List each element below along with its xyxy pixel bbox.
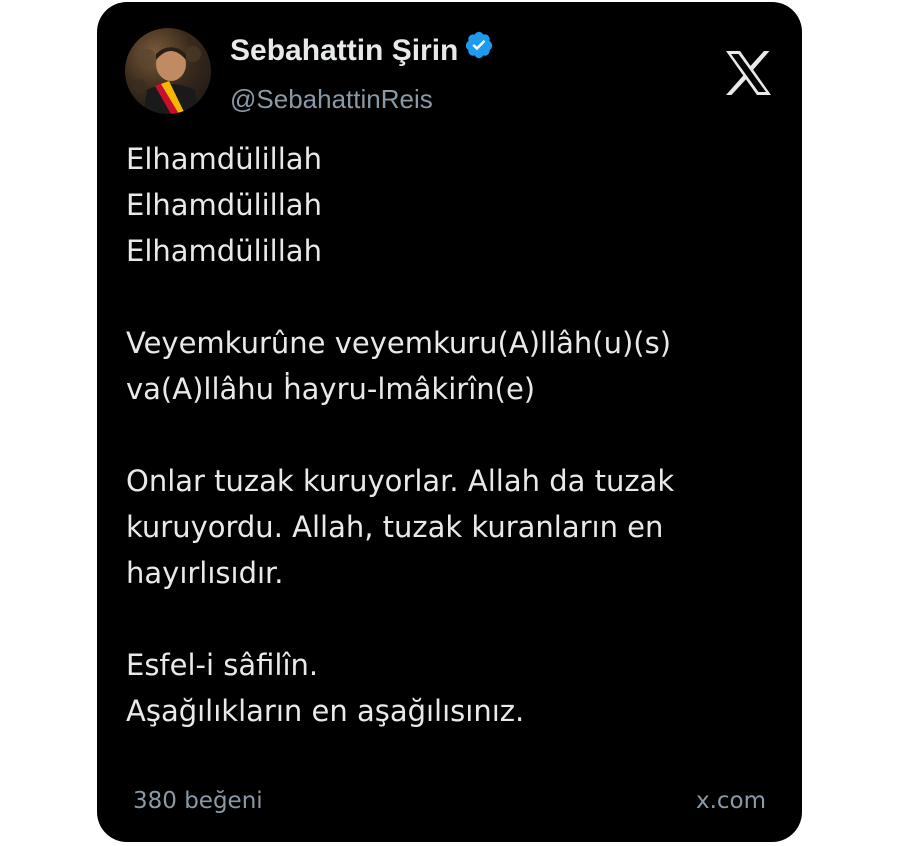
avatar[interactable] <box>125 28 211 114</box>
post-text-line: hayırlısıdır. <box>126 556 284 590</box>
post-text-line: Aşağılıkların en aşağılısınız. <box>126 694 525 728</box>
like-count[interactable]: 380 beğeni <box>133 786 263 816</box>
post-text-line: Elhamdülillah <box>126 234 322 268</box>
post-text-line: Esfel-i sâfilîn. <box>126 648 319 682</box>
post-text-line: kuruyordu. Allah, tuzak kuranların en <box>126 510 664 544</box>
verified-badge-icon <box>464 30 494 70</box>
post-text-line: Elhamdülillah <box>126 188 322 222</box>
post-text-line: va(A)llâhu ḣayru-lmâkirîn(e) <box>126 372 536 406</box>
post-text-line: Veyemkurûne veyemkuru(A)llâh(u)(s) <box>126 326 672 360</box>
x-logo-icon[interactable] <box>724 50 772 96</box>
post-text: Elhamdülillah Elhamdülillah Elhamdülilla… <box>126 136 766 734</box>
source-link[interactable]: x.com <box>696 786 766 816</box>
post-text-line: Elhamdülillah <box>126 142 322 176</box>
author-name[interactable]: Sebahattin Şirin <box>230 34 458 67</box>
post-text-line: Onlar tuzak kuruyorlar. Allah da tuzak <box>126 464 675 498</box>
author-handle[interactable]: @SebahattinReis <box>230 82 433 116</box>
avatar-image <box>132 46 201 114</box>
author-name-row[interactable]: Sebahattin Şirin <box>230 30 494 70</box>
post-card: Sebahattin Şirin @SebahattinReis Elhamdü… <box>97 2 802 842</box>
